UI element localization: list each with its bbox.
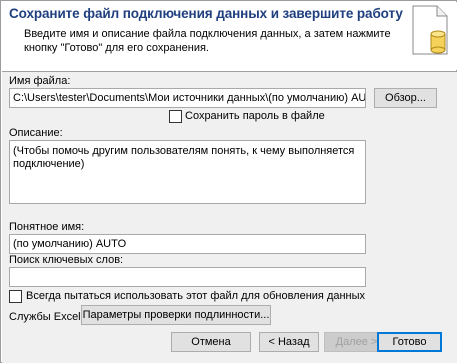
finish-button[interactable]: Готово — [377, 332, 442, 352]
excel-services-label: Службы Excel: — [9, 311, 84, 323]
save-password-label[interactable]: Сохранить пароль в файле — [185, 110, 325, 122]
file-name-label: Имя файла: — [9, 75, 71, 87]
back-button[interactable]: < Назад — [259, 332, 319, 352]
browse-button[interactable]: Обзор... — [374, 88, 437, 108]
friendly-name-input[interactable]: (по умолчанию) AUTO — [9, 234, 366, 254]
dialog-header: Сохраните файл подключения данных и заве… — [2, 2, 457, 70]
search-keywords-input[interactable] — [9, 267, 366, 287]
always-use-label[interactable]: Всегда пытаться использовать этот файл д… — [26, 290, 365, 302]
always-use-checkbox[interactable] — [9, 290, 22, 303]
save-password-checkbox[interactable] — [169, 110, 182, 123]
dialog-subtitle: Введите имя и описание файла подключения… — [24, 28, 391, 54]
dialog-title: Сохраните файл подключения данных и заве… — [9, 6, 403, 21]
data-connection-file-icon — [412, 5, 448, 55]
dialog-window: Сохраните файл подключения данных и заве… — [0, 0, 457, 363]
file-name-input[interactable]: C:\Users\tester\Documents\Мои источники … — [9, 88, 366, 108]
description-textarea[interactable]: (Чтобы помочь другим пользователям понят… — [9, 140, 366, 204]
search-keywords-label: Поиск ключевых слов: — [9, 254, 124, 266]
auth-settings-button[interactable]: Параметры проверки подлинности... — [81, 305, 271, 325]
cancel-button[interactable]: Отмена — [171, 332, 251, 352]
description-label: Описание: — [9, 127, 63, 139]
friendly-name-label: Понятное имя: — [9, 221, 85, 233]
